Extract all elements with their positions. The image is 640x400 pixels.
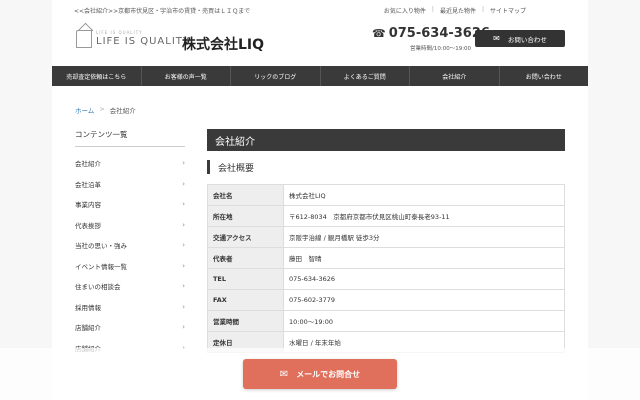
sidebar-item-history[interactable]: 会社沿革 ›	[75, 174, 185, 195]
sidebar-item-consultation[interactable]: 住まいの相談会 ›	[75, 276, 185, 297]
logo-main-text: LIFE IS QUALITY	[96, 36, 191, 47]
divider: |	[481, 6, 484, 13]
sidebar-item-label: 住まいの相談会	[75, 283, 121, 292]
chevron-right-icon: ›	[182, 220, 185, 229]
sidebar: コンテンツ一覧 会社紹介 › 会社沿革 › 事業内容 › 代表挨拶 › 当社の思い・強み…	[75, 129, 185, 358]
row-label: 交通アクセス	[207, 226, 284, 248]
row-value: 京阪宇治線 / 観月橋駅 徒歩3分	[283, 226, 565, 248]
recently-viewed-link[interactable]: 最近見た物件	[440, 6, 476, 15]
breadcrumb-home[interactable]: ホーム	[75, 105, 94, 115]
site-logo[interactable]: LIFE IS QUALITY LIFE IS QUALITY	[76, 30, 190, 48]
mail-icon: ✉	[279, 368, 289, 380]
sidebar-item-label: 代表挨拶	[75, 221, 101, 230]
row-value: 10:00〜19:00	[283, 310, 565, 332]
mail-inquiry-button[interactable]: ✉ メールでお問合せ	[243, 359, 397, 389]
row-label: 営業時間	[207, 310, 284, 332]
row-label: 所在地	[207, 205, 284, 227]
breadcrumb-current: 会社紹介	[109, 107, 136, 115]
nav-faq[interactable]: よくあるご質問	[321, 66, 410, 86]
row-value: 藤田 智晴	[283, 247, 565, 269]
chevron-right-icon: ›	[182, 282, 185, 291]
section-title: 会社紹介	[207, 129, 565, 151]
business-hours: 営業時間/10:00〜19:00	[410, 46, 472, 52]
chevron-right-icon: ›	[182, 261, 185, 270]
company-name[interactable]: 株式会社LIQ	[182, 34, 264, 54]
main-nav: 売却査定依頼はこちら お客様の声一覧 リックのブログ よくあるご質問 会社紹介 …	[52, 66, 588, 86]
chevron-right-icon: ›	[182, 179, 185, 188]
company-info-table: 会社名 株式会社LIQ 所在地 〒612-8034 京都府京都市伏見区桃山町泰長老9…	[207, 184, 565, 353]
breadcrumb: ホーム > 会社紹介	[75, 105, 136, 115]
table-row: 所在地 〒612-8034 京都府京都市伏見区桃山町泰長老93-11	[207, 205, 565, 227]
divider: |	[431, 6, 434, 13]
logo-text: LIFE IS QUALITY LIFE IS QUALITY	[96, 31, 190, 47]
sidebar-item-label: 店舗紹介	[75, 324, 101, 333]
sidebar-item-business[interactable]: 事業内容 ›	[75, 194, 185, 215]
sidebar-item-label: 会社紹介	[75, 160, 101, 169]
sidebar-item-greeting[interactable]: 代表挨拶 ›	[75, 215, 185, 236]
top-links: お気に入り物件 | 最近見た物件 | サイトマップ	[384, 6, 526, 15]
favorites-link[interactable]: お気に入り物件	[384, 6, 426, 15]
phone-icon: ☎	[372, 27, 386, 40]
table-row: 営業時間 10:00〜19:00	[207, 310, 565, 332]
nav-blog[interactable]: リックのブログ	[231, 66, 321, 86]
sidebar-item-strengths[interactable]: 当社の思い・強み ›	[75, 235, 185, 256]
breadcrumb-separator: >	[99, 105, 105, 113]
nav-customer-voices[interactable]: お客様の声一覧	[142, 66, 231, 86]
contact-button-label: お問い合わせ	[507, 35, 547, 44]
row-label: 代表者	[207, 247, 284, 269]
phone-number[interactable]: ☎ 075-634-3626	[372, 26, 490, 41]
sidebar-item-label: 事業内容	[75, 201, 101, 210]
table-row: 会社名 株式会社LIQ	[207, 184, 565, 206]
nav-company[interactable]: 会社紹介	[410, 66, 500, 86]
sidebar-item-label: イベント情報一覧	[75, 262, 127, 271]
nav-contact[interactable]: お問い合わせ	[500, 66, 589, 86]
chevron-right-icon: ›	[182, 323, 185, 332]
table-row: 代表者 藤田 智晴	[207, 247, 565, 269]
sidebar-item-stores[interactable]: 店舗紹介 ›	[75, 317, 185, 338]
row-label: FAX	[207, 289, 284, 311]
row-value: 株式会社LIQ	[283, 184, 565, 206]
row-label: TEL	[207, 268, 284, 290]
sidebar-item-company[interactable]: 会社紹介 ›	[75, 153, 185, 174]
logo-small-text: LIFE IS QUALITY	[96, 30, 143, 35]
row-label: 会社名	[207, 184, 284, 206]
table-row: TEL 075-634-3626	[207, 268, 565, 290]
sidebar-item-events[interactable]: イベント情報一覧 ›	[75, 256, 185, 277]
house-logo-icon	[76, 30, 92, 48]
chevron-right-icon: ›	[182, 302, 185, 311]
row-value: 075-602-3779	[283, 289, 565, 311]
table-row: FAX 075-602-3779	[207, 289, 565, 311]
mail-icon: ✉	[493, 34, 500, 43]
sidebar-item-recruit[interactable]: 採用情報 ›	[75, 297, 185, 318]
company-overview-heading: 会社概要	[207, 160, 254, 174]
mail-inquiry-label: メールでお問合せ	[296, 369, 361, 379]
row-value: 〒612-8034 京都府京都市伏見区桃山町泰長老93-11	[283, 205, 565, 227]
table-row: 交通アクセス 京阪宇治線 / 観月橋駅 徒歩3分	[207, 226, 565, 248]
row-value: 075-634-3626	[283, 268, 565, 290]
sidebar-title: コンテンツ一覧	[75, 129, 185, 147]
sitemap-link[interactable]: サイトマップ	[490, 6, 526, 15]
sidebar-item-label: 会社沿革	[75, 180, 101, 189]
chevron-right-icon: ›	[182, 159, 185, 168]
top-bar: <<会社紹介>>京都市伏見区・宇治市の賃貸・売買はＬＩＱまで お気に入り物件 |…	[52, 6, 588, 16]
chevron-right-icon: ›	[182, 241, 185, 250]
nav-sell-appraisal[interactable]: 売却査定依頼はこちら	[52, 66, 142, 86]
site-tagline: <<会社紹介>>京都市伏見区・宇治市の賃貸・売買はＬＩＱまで	[74, 8, 251, 15]
contact-button[interactable]: ✉ お問い合わせ	[475, 30, 565, 47]
sidebar-item-label: 採用情報	[75, 303, 101, 312]
chevron-right-icon: ›	[182, 200, 185, 209]
sidebar-item-label: 当社の思い・強み	[75, 242, 127, 251]
